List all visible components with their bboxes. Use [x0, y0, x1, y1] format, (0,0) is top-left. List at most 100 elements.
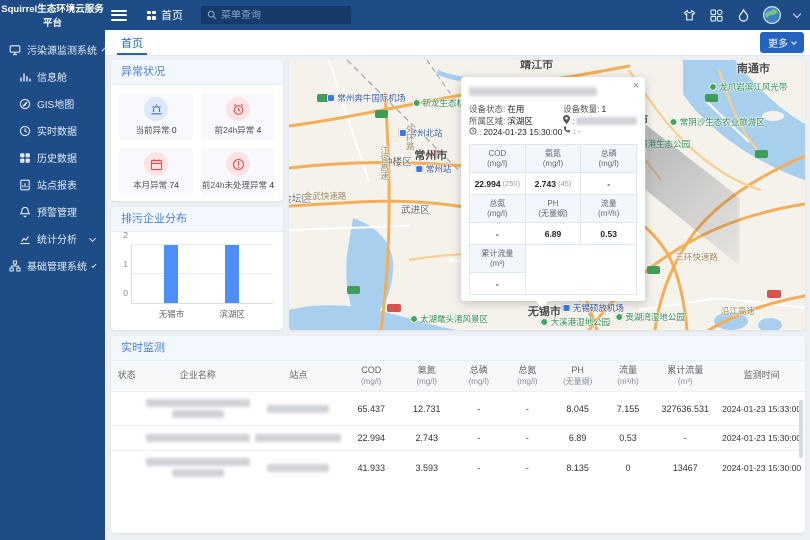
metric-value: 6.89 — [526, 223, 581, 244]
popup-field-label: 设备数量: — [563, 103, 599, 115]
breadcrumb[interactable]: 首页 — [147, 7, 183, 23]
sidebar-item-0[interactable]: 污染源监测系统 — [0, 36, 105, 63]
anomaly-card-2[interactable]: 本月异常 74 — [119, 148, 193, 195]
more-button[interactable]: 更多 — [760, 32, 804, 53]
metric-header: COD(mg/l) — [470, 145, 525, 172]
topbar-icons — [682, 6, 800, 24]
sidebar-item-2[interactable]: GIS地图 — [0, 90, 105, 117]
metric-value: - — [470, 223, 525, 244]
sidebar-item-label: 实时数据 — [37, 123, 77, 138]
popup-field: 所属区域:滨湖区 — [469, 115, 563, 127]
location-icon — [563, 115, 570, 126]
transport-poi-icon — [416, 165, 424, 173]
table-row-1[interactable]: 22.9942.743--6.890.53-2024-01-23 15:30:0… — [111, 426, 805, 451]
map-label: 武进区 — [401, 202, 430, 216]
tp-cell: - — [455, 451, 504, 485]
popup-field: :2024-01-23 15:30:00 — [469, 127, 563, 137]
redacted-text — [146, 399, 250, 407]
sidebar-item-3[interactable]: 实时数据 — [0, 117, 105, 144]
sidebar-item-6[interactable]: 预警管理 — [0, 198, 105, 225]
table-scrollbar[interactable] — [799, 400, 803, 458]
alarm-clock-icon — [226, 97, 250, 121]
anomaly-card-3[interactable]: 前24h未处理异常 4 — [201, 148, 275, 195]
map-label: 太湖鼋头渚风景区 — [410, 313, 488, 325]
menu-search[interactable] — [201, 6, 351, 24]
map[interactable]: 靖江市南通市港市常州市钟楼区武进区金坛区无锡市滨湖区常州奔牛国际机场新龙生态林常… — [289, 60, 805, 330]
calendar-icon — [144, 152, 168, 176]
monitor-panel-title: 实时监测 — [111, 336, 805, 361]
layout-icon[interactable] — [709, 8, 723, 22]
cod-cell: 41.933 — [343, 451, 399, 485]
gridline — [132, 273, 273, 274]
anomaly-card-1[interactable]: 前24h异常 4 — [201, 93, 275, 140]
cum_flow-cell: 13467 — [652, 451, 718, 485]
sidebar-item-label: 统计分析 — [37, 231, 77, 246]
metric-header: 氨氮(mg/l) — [526, 145, 581, 172]
popup-field-value: 1 — [601, 104, 606, 114]
sidebar-item-4[interactable]: 历史数据 — [0, 144, 105, 171]
breadcrumb-label: 首页 — [161, 7, 183, 23]
sidebar-item-label: 基础管理系统 — [27, 258, 87, 273]
transport-poi-icon — [327, 94, 335, 102]
company-cell-redacted — [142, 392, 253, 426]
y-tick-label: 0 — [123, 288, 128, 298]
popup-field-label: 设备状态: — [469, 103, 505, 115]
theme-shirt-icon[interactable] — [682, 8, 696, 22]
column-header: 站点 — [253, 361, 343, 392]
monitor-icon — [9, 44, 21, 56]
transport-poi-icon — [563, 304, 571, 312]
avatar[interactable] — [763, 6, 781, 24]
chevron-down-icon[interactable] — [793, 9, 801, 17]
popup-field: 设备数量:1 — [563, 103, 637, 115]
tn-cell: - — [503, 451, 552, 485]
anomaly-card-label: 本月异常 74 — [133, 179, 179, 191]
sidebar-item-7[interactable]: 统计分析 — [0, 225, 105, 252]
metric-value: 22.994(250) — [470, 173, 525, 194]
anomaly-card-0[interactable]: 当前异常 0 — [119, 93, 193, 140]
hamburger-icon[interactable] — [111, 10, 127, 21]
map-label: 江宜高速 — [378, 146, 390, 180]
home-grid-icon — [147, 11, 156, 20]
popup-field-value: · — [577, 126, 580, 136]
sidebar-item-5[interactable]: 站点报表 — [0, 171, 105, 198]
sidebar-item-1[interactable]: 信息舱 — [0, 63, 105, 90]
popup-field: 设备状态:在用 — [469, 103, 563, 115]
nh3n-cell: 12.731 — [399, 392, 455, 426]
search-input[interactable] — [221, 10, 345, 21]
tab-home[interactable]: 首页 — [111, 30, 153, 55]
anomaly-card-label: 前24h未处理异常 4 — [202, 179, 274, 191]
close-icon[interactable]: × — [633, 80, 639, 92]
chevron-down-icon — [89, 235, 96, 242]
station-popup: × 设备状态:在用所属区域:滨湖区:2024-01-23 15:30:00 设备数… — [461, 77, 645, 301]
enterprise-chart-panel: 排污企业分布 012无锡市滨湖区 — [111, 207, 283, 330]
popup-field-label: : — [573, 126, 575, 136]
app-logo: Squirrel生态环境云服务平台 — [0, 1, 105, 29]
station-cell-redacted — [253, 426, 343, 451]
x-tick-label: 无锡市 — [159, 308, 185, 320]
station-cell-redacted — [253, 451, 343, 485]
nh3n-cell: 2.743 — [399, 426, 455, 451]
flow-cell: 0 — [604, 451, 653, 485]
column-header: 监测时间 — [718, 361, 805, 392]
table-row-0[interactable]: 65.43712.731--8.0457.155327636.5312024-0… — [111, 392, 805, 426]
metric-header: 流量(m³/h) — [581, 195, 636, 222]
sidebar-item-8[interactable]: 基础管理系统 — [0, 252, 105, 279]
redacted-value — [576, 117, 637, 125]
popup-field-value: 在用 — [507, 103, 524, 115]
map-label: 靖江市 — [520, 60, 553, 72]
popup-title-redacted — [469, 87, 597, 96]
flame-icon[interactable] — [736, 8, 750, 22]
map-label: 大溪港湿地公园 — [541, 316, 611, 328]
column-header: 总氮(mg/l) — [503, 361, 552, 392]
sidebar-item-label: GIS地图 — [37, 96, 74, 111]
gridline — [132, 244, 273, 245]
tn-cell: - — [503, 392, 552, 426]
monitor-table: 状态企业名称站点COD(mg/l)氨氮(mg/l)总磷(mg/l)总氮(mg/l… — [111, 361, 805, 484]
table-row-2[interactable]: 41.9333.593--8.1350134672024-01-23 15:30… — [111, 451, 805, 485]
park-poi-icon — [615, 313, 623, 321]
clock-icon — [19, 125, 31, 137]
map-label: 龙爪岩滨江风光带 — [709, 81, 787, 93]
tp-cell: - — [455, 426, 504, 451]
sidebar-item-label: 站点报表 — [37, 177, 77, 192]
map-label: 外环路 — [404, 126, 416, 152]
